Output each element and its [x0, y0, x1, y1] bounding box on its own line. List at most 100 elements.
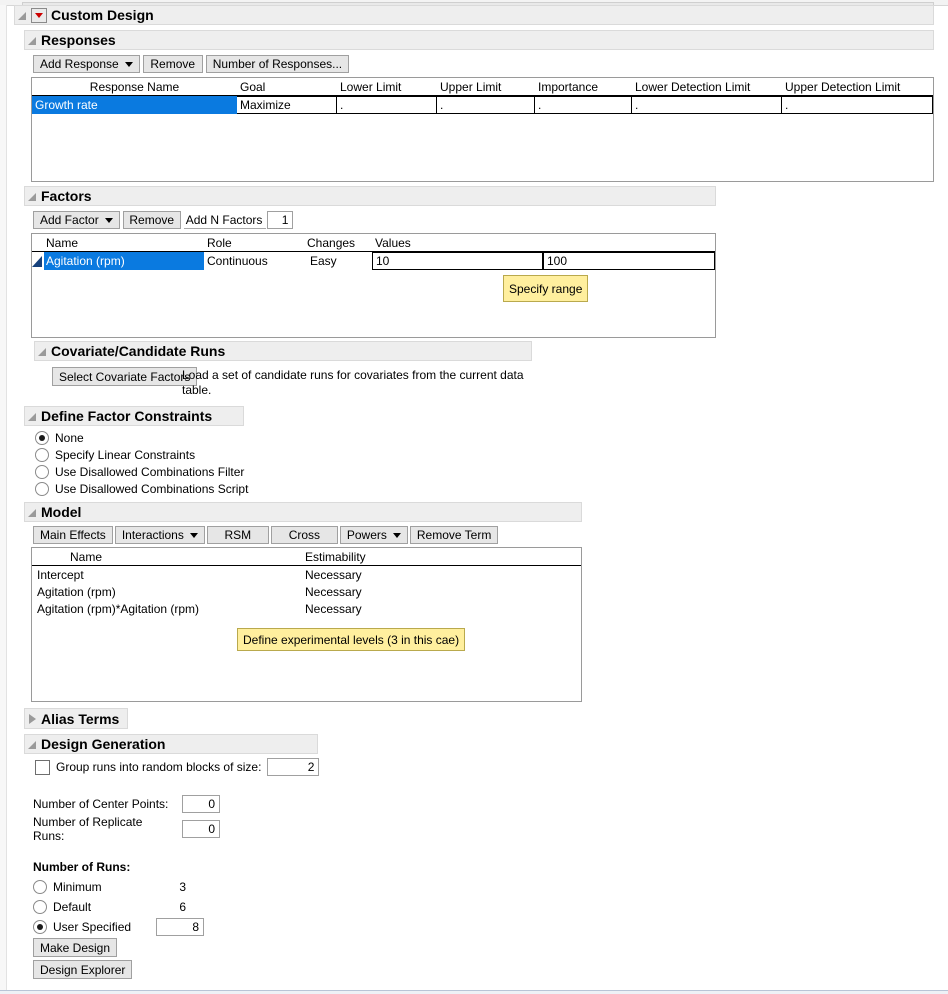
runs-option-value: 6: [179, 900, 186, 914]
remove-factor-button[interactable]: Remove: [122, 211, 181, 229]
factors-title: Factors: [41, 188, 92, 204]
constraints-header[interactable]: Define Factor Constraints: [24, 406, 244, 426]
runs-option-user-specified[interactable]: User Specified 8: [33, 918, 204, 936]
model-term-name: Agitation (rpm)*Agitation (rpm): [37, 601, 200, 616]
response-lower-limit-cell[interactable]: .: [337, 96, 437, 114]
covariate-title: Covariate/Candidate Runs: [51, 343, 226, 359]
factor-value-high-cell[interactable]: 100: [543, 252, 715, 270]
radio-icon[interactable]: [33, 900, 47, 914]
model-term-estimability[interactable]: Necessary: [302, 583, 502, 600]
responses-header[interactable]: Responses: [24, 30, 934, 50]
model-term-estimability[interactable]: Necessary: [302, 600, 502, 617]
responses-table: Response Name Goal Lower Limit Upper Lim…: [31, 77, 934, 182]
constraints-radio-group: None Specify Linear Constraints Use Disa…: [35, 430, 248, 497]
chevron-down-icon: [189, 532, 198, 538]
user-specified-runs-input[interactable]: 8: [156, 918, 204, 936]
radio-icon[interactable]: [35, 465, 49, 479]
interactions-button[interactable]: Interactions: [114, 526, 205, 544]
add-n-factors-button[interactable]: Add N Factors: [183, 211, 267, 229]
define-experimental-levels-callout: Define experimental levels (3 in this ca…: [237, 628, 466, 651]
remove-term-button[interactable]: Remove Term: [409, 526, 499, 544]
number-of-responses-button[interactable]: Number of Responses...: [205, 55, 350, 73]
make-design-button[interactable]: Make Design: [33, 938, 118, 957]
disclosure-closed-icon[interactable]: [28, 714, 37, 724]
alias-terms-header[interactable]: Alias Terms: [24, 708, 128, 729]
disclosure-open-icon[interactable]: [28, 192, 37, 201]
factor-value-low-cell[interactable]: 10: [372, 252, 543, 270]
response-name-cell[interactable]: Growth rate: [32, 96, 237, 114]
col-importance: Importance: [538, 79, 599, 94]
table-row[interactable]: Intercept Necessary: [32, 566, 581, 583]
chevron-down-icon: [124, 61, 133, 67]
specify-range-callout: Specify range: [503, 275, 589, 302]
chevron-down-icon: [392, 532, 401, 538]
constraint-option-linear[interactable]: Specify Linear Constraints: [35, 447, 248, 463]
disclosure-open-icon[interactable]: [28, 740, 37, 749]
table-row[interactable]: Agitation (rpm)*Agitation (rpm) Necessar…: [32, 600, 581, 617]
model-title: Model: [41, 504, 82, 520]
response-lower-detection-cell[interactable]: .: [632, 96, 782, 114]
main-effects-button[interactable]: Main Effects: [33, 526, 113, 544]
add-n-factors-input[interactable]: 1: [267, 211, 294, 229]
factors-header[interactable]: Factors: [24, 186, 716, 206]
col-model-estimability: Estimability: [305, 549, 366, 564]
covariate-header[interactable]: Covariate/Candidate Runs: [34, 341, 532, 361]
constraints-title: Define Factor Constraints: [41, 408, 213, 424]
group-runs-row[interactable]: Group runs into random blocks of size: 2: [35, 758, 320, 776]
disclosure-open-icon[interactable]: [28, 508, 37, 517]
radio-icon[interactable]: [35, 448, 49, 462]
replicate-runs-input[interactable]: 0: [182, 820, 220, 838]
col-upper-detection-limit: Upper Detection Limit: [785, 79, 901, 94]
disclosure-open-icon[interactable]: [18, 11, 27, 20]
group-runs-size-input[interactable]: 2: [267, 758, 320, 776]
radio-icon[interactable]: [35, 431, 49, 445]
remove-response-button[interactable]: Remove: [142, 55, 203, 73]
constraint-label: None: [55, 431, 84, 445]
model-header[interactable]: Model: [24, 502, 582, 522]
runs-option-label: Minimum: [53, 880, 102, 894]
table-row[interactable]: Growth rate Maximize . . . . .: [32, 96, 933, 114]
constraint-option-filter[interactable]: Use Disallowed Combinations Filter: [35, 464, 248, 480]
response-goal-cell[interactable]: Maximize: [237, 96, 337, 114]
radio-icon[interactable]: [33, 920, 47, 934]
col-upper-limit: Upper Limit: [440, 79, 502, 94]
page-title: Custom Design: [51, 7, 154, 23]
disclosure-open-icon[interactable]: [38, 347, 47, 356]
factor-changes-cell[interactable]: Easy: [304, 252, 372, 270]
factor-name-cell[interactable]: Agitation (rpm): [32, 252, 204, 270]
cross-button[interactable]: Cross: [270, 526, 338, 544]
rsm-button[interactable]: RSM: [206, 526, 269, 544]
factors-table-header: Name Role Changes Values: [32, 234, 715, 252]
add-response-button[interactable]: Add Response: [33, 55, 140, 73]
response-importance-cell[interactable]: .: [535, 96, 632, 114]
alias-terms-title: Alias Terms: [41, 710, 120, 727]
select-covariate-factors-button[interactable]: Select Covariate Factors: [52, 367, 198, 386]
runs-option-minimum[interactable]: Minimum 3: [33, 878, 204, 896]
center-points-input[interactable]: 0: [182, 795, 220, 813]
chevron-down-icon: [104, 217, 113, 223]
response-upper-limit-cell[interactable]: .: [437, 96, 535, 114]
col-factor-values: Values: [375, 235, 411, 250]
table-row[interactable]: Agitation (rpm) Necessary: [32, 583, 581, 600]
group-runs-checkbox[interactable]: [35, 759, 50, 775]
constraint-label: Use Disallowed Combinations Script: [55, 482, 249, 496]
response-upper-detection-cell[interactable]: .: [782, 96, 933, 114]
constraint-option-none[interactable]: None: [35, 430, 248, 446]
model-term-estimability[interactable]: Necessary: [302, 566, 502, 583]
red-triangle-dropdown-icon[interactable]: [31, 7, 47, 23]
powers-button[interactable]: Powers: [339, 526, 408, 544]
design-explorer-button[interactable]: Design Explorer: [33, 960, 133, 979]
runs-option-default[interactable]: Default 6: [33, 898, 204, 916]
add-factor-button[interactable]: Add Factor: [33, 211, 120, 229]
factor-role-cell[interactable]: Continuous: [204, 252, 304, 270]
custom-design-header[interactable]: Custom Design: [14, 5, 934, 25]
disclosure-open-icon[interactable]: [28, 412, 37, 421]
design-generation-header[interactable]: Design Generation: [24, 734, 318, 754]
disclosure-open-icon[interactable]: [28, 36, 37, 45]
model-term-name: Intercept: [37, 567, 84, 582]
col-lower-limit: Lower Limit: [340, 79, 402, 94]
constraint-option-script[interactable]: Use Disallowed Combinations Script: [35, 481, 248, 497]
table-row[interactable]: Agitation (rpm) Continuous Easy 10 100: [32, 252, 715, 270]
radio-icon[interactable]: [35, 482, 49, 496]
radio-icon[interactable]: [33, 880, 47, 894]
